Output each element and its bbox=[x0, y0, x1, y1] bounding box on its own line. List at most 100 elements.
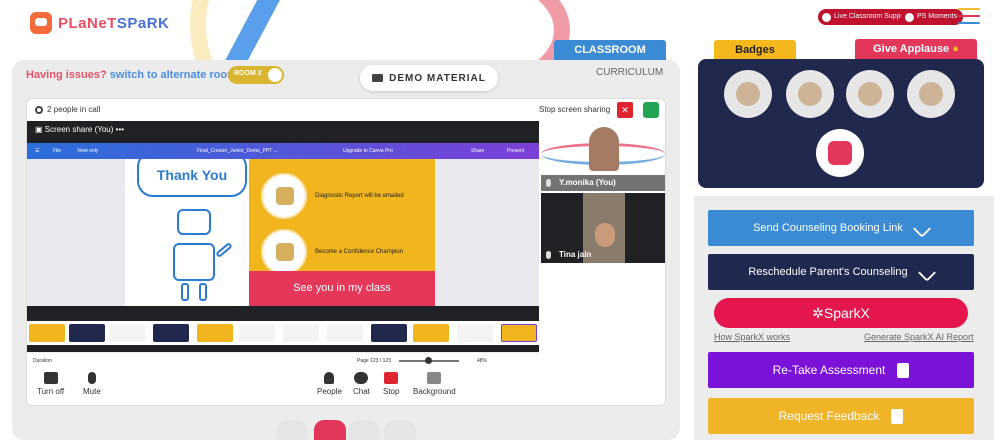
meet-controls: Turn off Mute People Chat Stop Backgroun… bbox=[27, 368, 665, 405]
duration-label[interactable]: Duration bbox=[33, 358, 52, 364]
background-icon bbox=[427, 372, 442, 384]
stop-share-button[interactable]: Stop bbox=[383, 372, 399, 396]
badge-icon[interactable] bbox=[907, 70, 955, 118]
room-toggle[interactable]: ROOM 2 bbox=[228, 66, 284, 84]
support-icon bbox=[822, 12, 831, 22]
camera-turn-off-button[interactable]: Turn off bbox=[37, 372, 64, 396]
clipboard-icon bbox=[897, 362, 910, 378]
participant-video bbox=[589, 127, 619, 171]
badge-icon[interactable] bbox=[786, 70, 834, 118]
slide-preview: Thank You Diagnostic Report will be emai… bbox=[125, 159, 435, 306]
people-icon bbox=[324, 372, 335, 384]
present-icon: ▣ bbox=[35, 125, 45, 134]
settings-gear-icon[interactable] bbox=[35, 105, 43, 114]
logo-robot-icon bbox=[30, 12, 52, 34]
send-counseling-booking-link-button[interactable]: Send Counseling Booking Link bbox=[708, 210, 974, 246]
fullscreen-icon[interactable] bbox=[276, 420, 308, 440]
tab-badges[interactable]: Badges bbox=[714, 40, 796, 60]
slide-thumbnail[interactable] bbox=[371, 324, 407, 342]
tab-classroom[interactable]: CLASSROOM bbox=[554, 40, 666, 60]
canva-upgrade-button[interactable]: Upgrade to Canva Pro bbox=[343, 148, 393, 154]
canva-canvas: Thank You Diagnostic Report will be emai… bbox=[27, 159, 539, 306]
stop-sharing-label: Stop screen sharing bbox=[539, 105, 611, 114]
phone-icon bbox=[916, 262, 937, 282]
meet-window: 2 people in call Stop screen sharing ✕ ▣… bbox=[26, 98, 666, 406]
slide-item-2: Become a Confidence Champion bbox=[315, 249, 404, 255]
tab-give-applause[interactable]: Give Applause ● bbox=[855, 39, 977, 59]
zoom-slider-knob[interactable] bbox=[425, 357, 432, 364]
reschedule-parent-counseling-button[interactable]: Reschedule Parent's Counseling bbox=[708, 254, 974, 290]
sparkx-button[interactable]: ✲SparkX bbox=[714, 298, 968, 328]
badge-icon[interactable] bbox=[724, 70, 772, 118]
badges-panel bbox=[698, 59, 984, 188]
chat-icon bbox=[354, 372, 369, 384]
camera-icon bbox=[905, 12, 914, 22]
mute-button[interactable]: Mute bbox=[83, 372, 101, 396]
slide-thumbnail-current[interactable] bbox=[501, 324, 537, 342]
issues-message: Having issues? switch to alternate room bbox=[26, 69, 237, 81]
screen-share-area: ▣ Screen share (You) ••• ☰ File View onl… bbox=[27, 121, 539, 368]
clap-icon: ● bbox=[952, 43, 959, 55]
mic-icon bbox=[546, 251, 551, 259]
zoom-level: 48% bbox=[477, 358, 488, 364]
people-button[interactable]: People bbox=[317, 372, 342, 396]
slide-item-1: Diagnostic Report will be emailed bbox=[315, 193, 404, 199]
canva-view-only[interactable]: View only bbox=[77, 148, 98, 154]
logo-text: PLaNeTSPaRK bbox=[58, 14, 170, 32]
mic-icon bbox=[546, 179, 551, 187]
generate-sparkx-report-link[interactable]: Generate SparkX AI Report bbox=[864, 332, 974, 342]
chat-button[interactable]: Chat bbox=[353, 372, 370, 396]
canva-menu-icon[interactable]: ☰ bbox=[35, 148, 39, 154]
how-sparkx-works-link[interactable]: How SparkX works bbox=[714, 332, 790, 342]
stop-share-icon bbox=[384, 372, 399, 384]
badge-icon-selected[interactable] bbox=[816, 129, 864, 177]
slide-thumbnail[interactable] bbox=[69, 324, 105, 342]
slide-thumbnail[interactable] bbox=[239, 324, 275, 342]
camera-icon bbox=[43, 372, 58, 384]
participant-name: Y.monika (You) bbox=[559, 178, 616, 187]
participant-tile-guest[interactable]: Tina jain bbox=[541, 193, 665, 263]
canva-file-menu[interactable]: File bbox=[53, 148, 61, 154]
folder-icon bbox=[372, 74, 384, 82]
screen-icon[interactable] bbox=[348, 420, 380, 440]
ps-moments-button[interactable]: PS Moments bbox=[901, 9, 964, 25]
screen-share-header: ▣ Screen share (You) ••• bbox=[35, 125, 125, 134]
champion-robot-icon bbox=[261, 229, 307, 275]
badge-icon[interactable] bbox=[846, 70, 894, 118]
canva-status-bar: Duration Page 123 / 123 48% bbox=[27, 352, 539, 368]
slide-thumbnail[interactable] bbox=[413, 324, 449, 342]
slide-thumbnail[interactable] bbox=[197, 324, 233, 342]
participant-name: Tina jain bbox=[559, 250, 592, 259]
page-indicator: Page 123 / 123 bbox=[357, 358, 391, 364]
canva-doc-title: Final_Creator_Junior_Demo_PPT ... bbox=[197, 148, 278, 154]
share-screen-icon[interactable] bbox=[643, 102, 659, 118]
slide-thumbnail[interactable] bbox=[457, 324, 493, 342]
thank-you-bubble: Thank You bbox=[137, 159, 247, 197]
participant-tile-self[interactable]: Y.monika (You) bbox=[541, 121, 665, 191]
slide-thumbnail[interactable] bbox=[327, 324, 363, 342]
slide-thumbnail[interactable] bbox=[153, 324, 189, 342]
planetspark-logo[interactable]: PLaNeTSPaRK bbox=[30, 12, 169, 34]
retake-assessment-button[interactable]: Re-Take Assessment bbox=[708, 352, 974, 388]
hamburger-menu-icon[interactable] bbox=[958, 8, 980, 29]
more-options-icon[interactable]: ••• bbox=[116, 125, 124, 134]
background-button[interactable]: Background bbox=[413, 372, 456, 396]
stop-sharing-close-button[interactable]: ✕ bbox=[617, 102, 633, 118]
slide-thumbnails bbox=[27, 321, 539, 345]
sparkx-logo-icon: ✲ bbox=[812, 305, 824, 321]
canva-present-button[interactable]: Present bbox=[507, 148, 524, 154]
canva-toolbar: ☰ File View only Final_Creator_Junior_De… bbox=[27, 143, 539, 159]
slide-thumbnail[interactable] bbox=[283, 324, 319, 342]
meet-top-bar: 2 people in call Stop screen sharing ✕ bbox=[27, 99, 665, 121]
demo-material-button[interactable]: DEMO MATERIAL bbox=[360, 65, 498, 91]
canva-share-button[interactable]: Share bbox=[471, 148, 484, 154]
tab-curriculum[interactable]: CURRICULUM bbox=[596, 67, 663, 78]
slide-thumbnail[interactable] bbox=[29, 324, 65, 342]
slide-thumbnail[interactable] bbox=[109, 324, 145, 342]
power-icon[interactable] bbox=[314, 420, 346, 440]
request-feedback-button[interactable]: Request Feedback bbox=[708, 398, 974, 434]
switch-room-link[interactable]: switch to alternate room bbox=[110, 69, 237, 81]
palette-icon[interactable] bbox=[384, 420, 416, 440]
mic-icon bbox=[87, 372, 96, 384]
phone-icon bbox=[912, 218, 932, 238]
